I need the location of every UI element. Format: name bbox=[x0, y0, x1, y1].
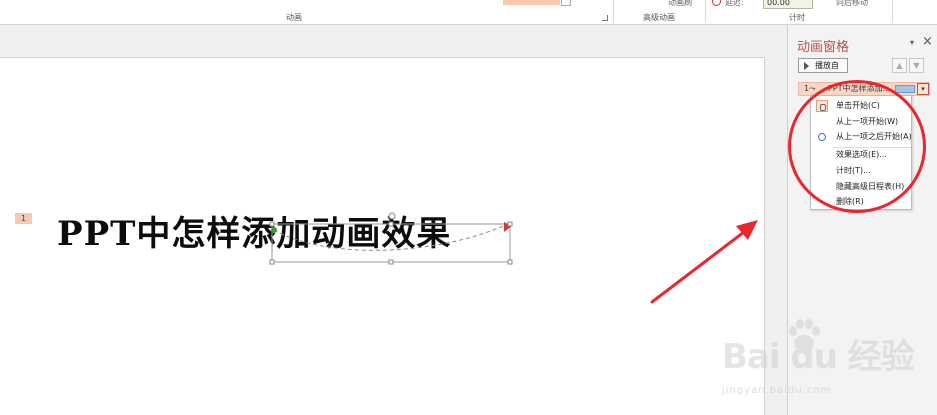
pane-options-icon[interactable]: ▾ bbox=[910, 38, 914, 47]
delay-label: 延迟: bbox=[725, 0, 744, 7]
group-label-timing: 计时 bbox=[789, 13, 805, 22]
group-label-advanced: 高级动画 bbox=[643, 13, 675, 22]
effect-scroll-button[interactable] bbox=[561, 0, 571, 6]
delay-input[interactable]: 00.00 bbox=[763, 0, 813, 9]
move-up-button[interactable]: ▲ bbox=[892, 58, 907, 73]
motion-path[interactable] bbox=[262, 210, 522, 270]
item-dropdown-button[interactable]: ▾ bbox=[917, 83, 929, 95]
close-icon[interactable]: × bbox=[922, 34, 933, 49]
annotation-ellipse bbox=[788, 80, 926, 213]
delay-clock-icon bbox=[712, 0, 721, 6]
pane-title: 动画窗格 bbox=[797, 40, 850, 55]
move-down-button[interactable]: ▼ bbox=[909, 58, 924, 73]
timeline-bar[interactable] bbox=[895, 85, 915, 93]
move-later-button[interactable]: 向后移动 bbox=[836, 0, 868, 8]
annotation-arrow-shaft bbox=[650, 230, 746, 304]
start-point-icon bbox=[271, 227, 277, 233]
ribbon-separator bbox=[892, 0, 893, 23]
play-from-label: 播放自 bbox=[815, 61, 839, 70]
effect-preview-swatch[interactable] bbox=[503, 0, 560, 5]
ribbon-separator bbox=[613, 0, 614, 23]
watermark-url: jingyan.baidu.com bbox=[722, 385, 832, 396]
play-from-button[interactable]: 播放自 bbox=[798, 58, 848, 73]
dialog-launcher-icon[interactable] bbox=[602, 15, 608, 21]
item-marker-icon: ⤳ bbox=[809, 84, 816, 93]
watermark-logo: Bai du 经验 bbox=[722, 337, 915, 377]
animation-order-tag[interactable]: 1 bbox=[15, 213, 32, 224]
annotation-arrow bbox=[650, 220, 758, 304]
anim-brush-button[interactable]: 动画刷 bbox=[668, 0, 692, 8]
motion-path-curve bbox=[273, 223, 509, 251]
group-label-animation: 动画 bbox=[286, 13, 302, 22]
play-icon bbox=[804, 62, 809, 70]
baidu-watermark: Bai du 经验 jingyan.baidu.com bbox=[722, 315, 922, 405]
rotate-handle-icon bbox=[388, 212, 396, 220]
ribbon: 动画 动画刷 高级动画 延迟: 00.00 向后移动 计时 bbox=[0, 0, 937, 25]
ribbon-separator bbox=[705, 0, 706, 23]
